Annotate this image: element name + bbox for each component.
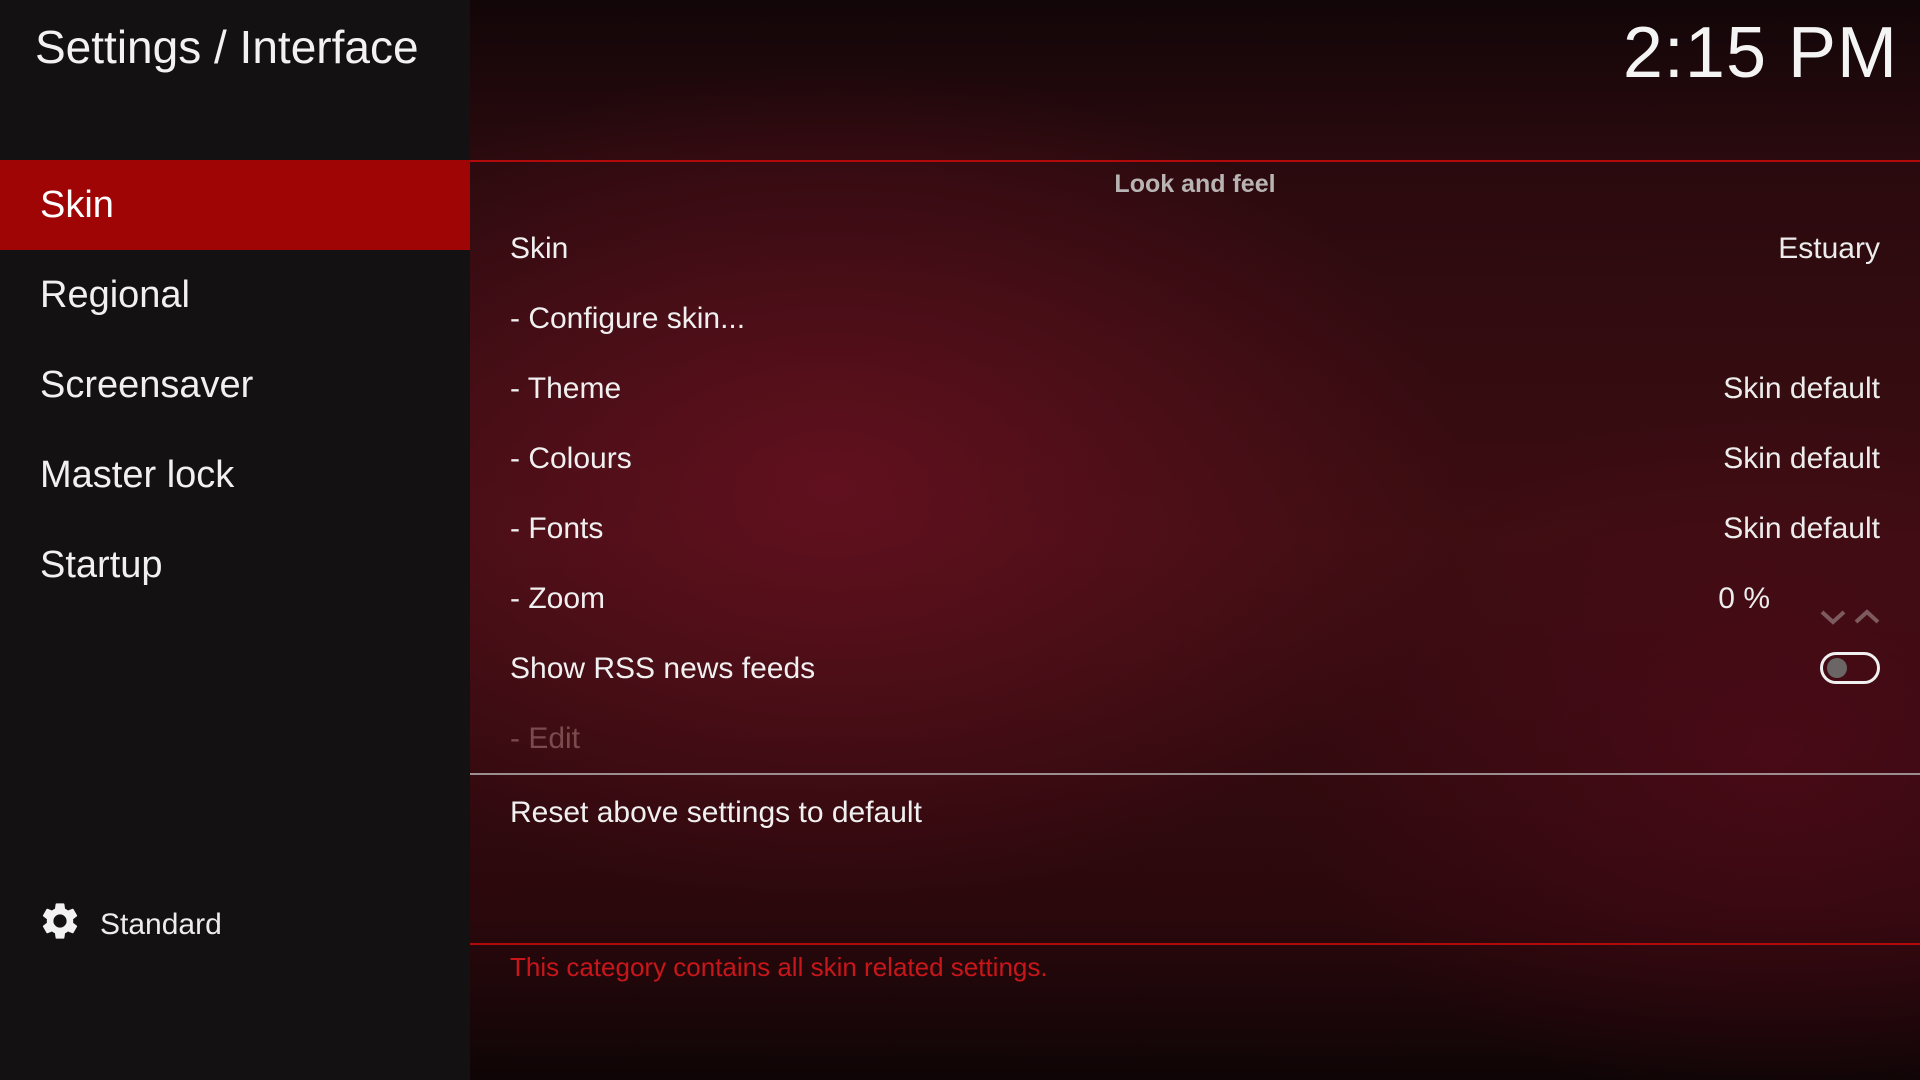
setting-label: - Configure skin... (510, 302, 746, 335)
setting-show-rss[interactable]: Show RSS news feeds (470, 634, 1920, 704)
section-separator (470, 773, 1920, 775)
sidebar-item-screensaver[interactable]: Screensaver (0, 340, 470, 430)
setting-value: Estuary (1778, 232, 1880, 265)
setting-value: Skin default (1723, 372, 1880, 405)
category-description: This category contains all skin related … (510, 952, 1048, 982)
page-title: Settings / Interface (35, 21, 419, 73)
setting-edit-rss: - Edit (470, 704, 1920, 774)
setting-theme[interactable]: - Theme Skin default (470, 354, 1920, 424)
gear-icon (38, 899, 82, 951)
kodi-settings-window: Settings / Interface Skin Regional Scree… (0, 0, 1920, 1080)
chevron-up-icon[interactable] (1852, 586, 1882, 624)
setting-fonts[interactable]: - Fonts Skin default (470, 494, 1920, 564)
setting-skin[interactable]: Skin Estuary (470, 214, 1920, 284)
sidebar-item-master-lock[interactable]: Master lock (0, 430, 470, 520)
sidebar-menu: Skin Regional Screensaver Master lock St… (0, 160, 470, 610)
settings-level-label: Standard (100, 908, 222, 941)
settings-list: Skin Estuary - Configure skin... - Theme… (470, 214, 1920, 774)
setting-colours[interactable]: - Colours Skin default (470, 424, 1920, 494)
toggle-knob (1827, 658, 1847, 678)
group-header: Look and feel (1114, 170, 1276, 198)
rss-toggle[interactable] (1820, 652, 1880, 684)
chevron-down-icon[interactable] (1818, 586, 1848, 625)
clock: 2:15 PM (1622, 13, 1898, 93)
sidebar-item-regional[interactable]: Regional (0, 250, 470, 340)
zoom-spinner (1818, 586, 1882, 625)
setting-label: - Edit (510, 722, 581, 755)
setting-label: - Theme (510, 372, 622, 405)
setting-configure-skin[interactable]: - Configure skin... (470, 284, 1920, 354)
sidebar-item-skin[interactable]: Skin (0, 160, 470, 250)
setting-label: - Fonts (510, 512, 604, 545)
setting-value: 0 % (1718, 582, 1770, 615)
settings-level-button[interactable]: Standard (38, 900, 222, 950)
setting-value: Skin default (1723, 512, 1880, 545)
sidebar: Settings / Interface Skin Regional Scree… (0, 0, 470, 1080)
setting-label: Show RSS news feeds (510, 652, 816, 685)
reset-settings-button[interactable]: Reset above settings to default (510, 778, 922, 848)
settings-panel: 2:15 PM Look and feel Skin Estuary - Con… (470, 0, 1920, 1080)
setting-label: - Zoom (510, 582, 606, 615)
sidebar-item-startup[interactable]: Startup (0, 520, 470, 610)
bottom-divider (470, 943, 1920, 945)
setting-zoom[interactable]: - Zoom 0 % (470, 564, 1920, 634)
setting-label: Skin (510, 232, 569, 265)
setting-value: Skin default (1723, 442, 1880, 475)
setting-label: - Colours (510, 442, 632, 475)
top-divider (470, 160, 1920, 162)
